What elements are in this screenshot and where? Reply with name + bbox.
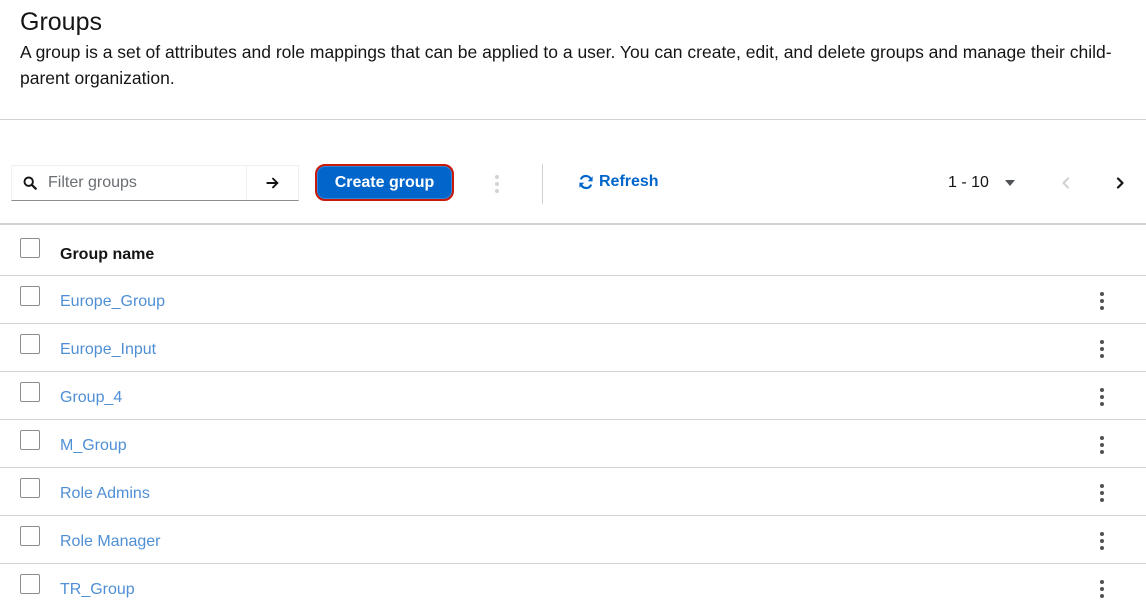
table-row: Group_4 [0, 372, 1146, 420]
search-submit-button[interactable] [246, 166, 298, 200]
angle-right-icon [1116, 177, 1124, 189]
group-name-link[interactable]: Role Manager [60, 533, 161, 551]
kebab-icon[interactable] [1094, 577, 1110, 601]
search-icon [12, 166, 48, 200]
toolbar-divider [542, 164, 543, 204]
group-name-link[interactable]: M_Group [60, 437, 127, 455]
refresh-button[interactable]: Refresh [578, 170, 659, 194]
page-title: Groups [20, 8, 102, 36]
refresh-label: Refresh [599, 173, 659, 190]
select-all-checkbox[interactable] [20, 238, 40, 258]
pagination: 1 - 10 [940, 168, 1023, 198]
kebab-icon[interactable] [489, 172, 505, 196]
angle-left-icon [1062, 177, 1070, 189]
table-row: TR_Group [0, 564, 1146, 604]
table-row: Role Admins [0, 468, 1146, 516]
previous-page-button[interactable] [1051, 168, 1081, 198]
table-header-row: Group name [0, 225, 1146, 276]
group-name-link[interactable]: TR_Group [60, 581, 135, 599]
create-group-button[interactable]: Create group [315, 164, 454, 201]
row-checkbox[interactable] [20, 526, 40, 546]
kebab-icon[interactable] [1094, 385, 1110, 409]
groups-page: Groups A group is a set of attributes an… [0, 0, 1146, 604]
groups-table: Group name Europe_Group Europe_Input Gro… [0, 225, 1146, 604]
search-group [11, 165, 299, 201]
sync-icon [579, 174, 593, 190]
row-checkbox[interactable] [20, 286, 40, 306]
row-checkbox[interactable] [20, 382, 40, 402]
pagination-range: 1 - 10 [948, 174, 989, 191]
group-name-link[interactable]: Group_4 [60, 389, 122, 407]
column-header-group-name: Group name [60, 246, 155, 263]
kebab-icon[interactable] [1094, 481, 1110, 505]
table-row: Europe_Input [0, 324, 1146, 372]
search-input[interactable] [48, 167, 248, 199]
row-checkbox[interactable] [20, 574, 40, 594]
caret-down-icon [1004, 180, 1015, 186]
row-checkbox[interactable] [20, 430, 40, 450]
arrow-right-icon [265, 177, 278, 189]
group-name-link[interactable]: Europe_Group [60, 293, 165, 311]
row-checkbox[interactable] [20, 478, 40, 498]
next-page-button[interactable] [1105, 168, 1135, 198]
kebab-icon[interactable] [1094, 529, 1110, 553]
header-divider [0, 119, 1146, 120]
group-name-link[interactable]: Role Admins [60, 485, 150, 503]
kebab-icon[interactable] [1094, 433, 1110, 457]
kebab-icon[interactable] [1094, 289, 1110, 313]
table-row: Europe_Group [0, 276, 1146, 324]
table-row: Role Manager [0, 516, 1146, 564]
kebab-icon[interactable] [1094, 337, 1110, 361]
page-description: A group is a set of attributes and role … [20, 42, 1112, 88]
group-name-link[interactable]: Europe_Input [60, 341, 156, 359]
row-checkbox[interactable] [20, 334, 40, 354]
table-row: M_Group [0, 420, 1146, 468]
per-page-toggle[interactable]: 1 - 10 [940, 174, 1023, 192]
